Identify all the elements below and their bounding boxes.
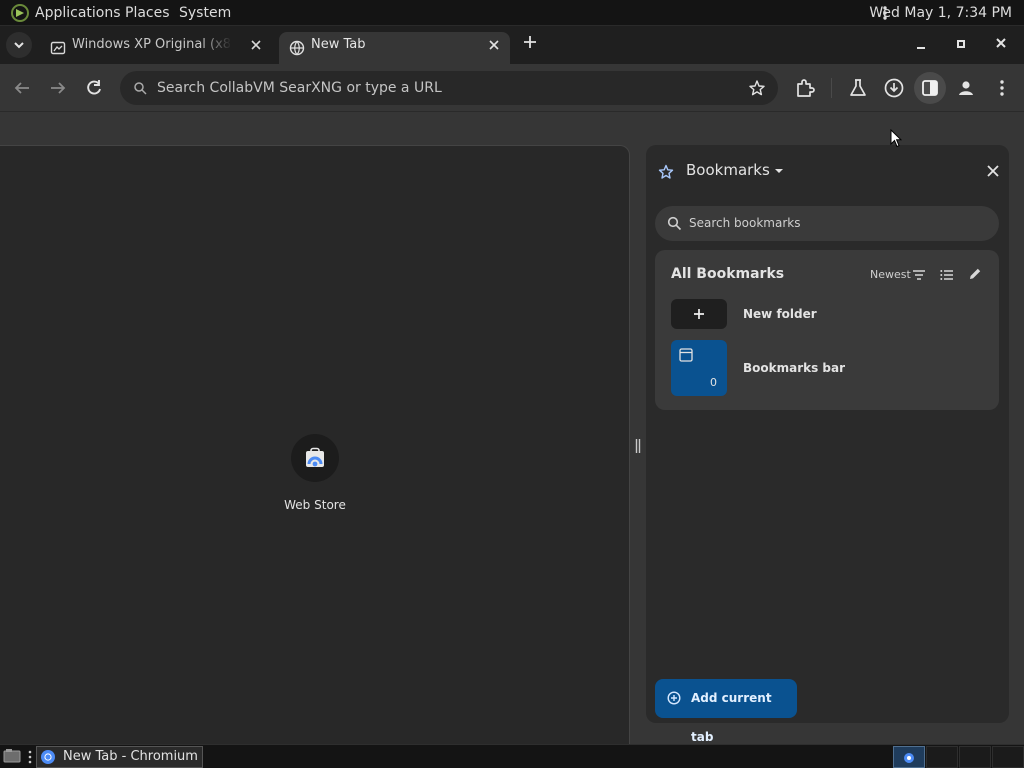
- labs-flask-icon[interactable]: [846, 76, 870, 100]
- clock[interactable]: Wed May 1, 7:34 PM: [869, 0, 1012, 26]
- taskbar-window-chromium[interactable]: New Tab - Chromium: [36, 746, 203, 768]
- download-icon[interactable]: [882, 76, 906, 100]
- tab-title: New Tab: [311, 37, 366, 52]
- new-tab-plus-icon[interactable]: [520, 32, 540, 52]
- bookmarks-list-card: All Bookmarks Newest New folder 0 Bookma…: [655, 250, 999, 410]
- show-desktop-icon[interactable]: [3, 748, 21, 764]
- globe-icon: [289, 40, 305, 56]
- bookmarks-bar-icon: [679, 348, 693, 362]
- side-panel-button[interactable]: [914, 72, 946, 104]
- add-circle-icon: [667, 691, 681, 705]
- minimize-icon[interactable]: [911, 36, 931, 52]
- distro-logo-icon[interactable]: [10, 3, 30, 23]
- maximize-icon[interactable]: [951, 36, 971, 52]
- menu-system[interactable]: System: [179, 0, 231, 26]
- menu-places[interactable]: Places: [125, 0, 170, 26]
- address-bar-placeholder: Search CollabVM SearXNG or type a URL: [157, 80, 442, 96]
- close-tab-icon[interactable]: [486, 37, 502, 53]
- shortcut-label: Web Store: [284, 498, 346, 512]
- taskbar-window-label: New Tab - Chromium: [63, 749, 198, 764]
- folder-thumb: 0: [671, 340, 727, 396]
- folder-item-count: 0: [710, 376, 717, 389]
- side-panel-icon: [922, 80, 938, 96]
- shortcut-tile: [291, 434, 339, 482]
- workspace-4[interactable]: [992, 746, 1024, 768]
- taskbar: New Tab - Chromium: [0, 744, 1024, 768]
- sort-icon[interactable]: [912, 270, 926, 280]
- web-store-icon: [306, 447, 324, 467]
- shortcut-web-store[interactable]: Web Store: [274, 434, 356, 524]
- address-bar[interactable]: Search CollabVM SearXNG or type a URL: [120, 71, 778, 105]
- extensions-icon[interactable]: [793, 76, 817, 100]
- toolbar-divider: [831, 78, 832, 98]
- bookmarks-star-icon: [658, 164, 674, 180]
- more-menu-icon[interactable]: [990, 76, 1014, 100]
- profile-avatar-icon[interactable]: [954, 76, 978, 100]
- workspace-3[interactable]: [959, 746, 991, 768]
- chevron-down-icon: [14, 42, 24, 49]
- tab-search-button[interactable]: [6, 32, 32, 58]
- add-current-tab-button[interactable]: Add current tab: [655, 679, 797, 744]
- search-placeholder: Search bookmarks: [689, 216, 801, 230]
- side-panel-resize-handle[interactable]: [634, 438, 642, 454]
- back-arrow-icon[interactable]: [10, 76, 34, 100]
- taskbar-handle-icon: [28, 750, 32, 764]
- menu-applications[interactable]: Applications: [35, 0, 121, 26]
- toolbar: Search CollabVM SearXNG or type a URL: [0, 64, 1024, 112]
- window-close-icon[interactable]: [991, 36, 1011, 52]
- new-tab-page: Web Store: [0, 145, 630, 744]
- plus-icon: [694, 309, 704, 319]
- close-side-panel-icon[interactable]: [986, 164, 1000, 178]
- sort-label[interactable]: Newest: [870, 268, 911, 281]
- workspace-1[interactable]: [893, 746, 925, 768]
- close-tab-icon[interactable]: [248, 37, 264, 53]
- reload-icon[interactable]: [82, 76, 106, 100]
- new-folder-thumb: [671, 299, 727, 329]
- dropdown-caret-icon[interactable]: [773, 167, 785, 175]
- search-icon: [667, 216, 682, 231]
- content-area: Web Store Bookmarks Search bookmarks All…: [0, 112, 1024, 744]
- mouse-cursor-icon: [890, 129, 902, 148]
- workspace-window-icon: [904, 753, 914, 763]
- edit-pencil-icon[interactable]: [968, 267, 982, 281]
- search-engine-icon: [132, 80, 148, 96]
- bookmarks-bar-label: Bookmarks bar: [743, 361, 846, 375]
- bookmarks-heading: All Bookmarks: [671, 266, 785, 282]
- new-folder-label: New folder: [743, 307, 817, 321]
- workspace-2[interactable]: [926, 746, 958, 768]
- bookmarks-side-panel: Bookmarks Search bookmarks All Bookmarks…: [646, 145, 1009, 744]
- side-panel-title[interactable]: Bookmarks: [686, 161, 770, 179]
- tab-windows-xp[interactable]: Windows XP Original (x86-x: [40, 32, 272, 64]
- tab-title: Windows XP Original (x86-x: [72, 37, 232, 52]
- tab-new-tab[interactable]: New Tab: [279, 32, 510, 64]
- bookmarks-search-input[interactable]: Search bookmarks: [655, 206, 999, 241]
- chromium-icon: [41, 750, 55, 764]
- tab-strip: Windows XP Original (x86-x New Tab: [0, 26, 1024, 64]
- vm-favicon-icon: [50, 40, 66, 56]
- bookmark-star-icon[interactable]: [748, 79, 766, 97]
- forward-arrow-icon[interactable]: [46, 76, 70, 100]
- list-view-icon[interactable]: [940, 270, 954, 280]
- top-panel: Applications Places System Wed May 1, 7:…: [0, 0, 1024, 26]
